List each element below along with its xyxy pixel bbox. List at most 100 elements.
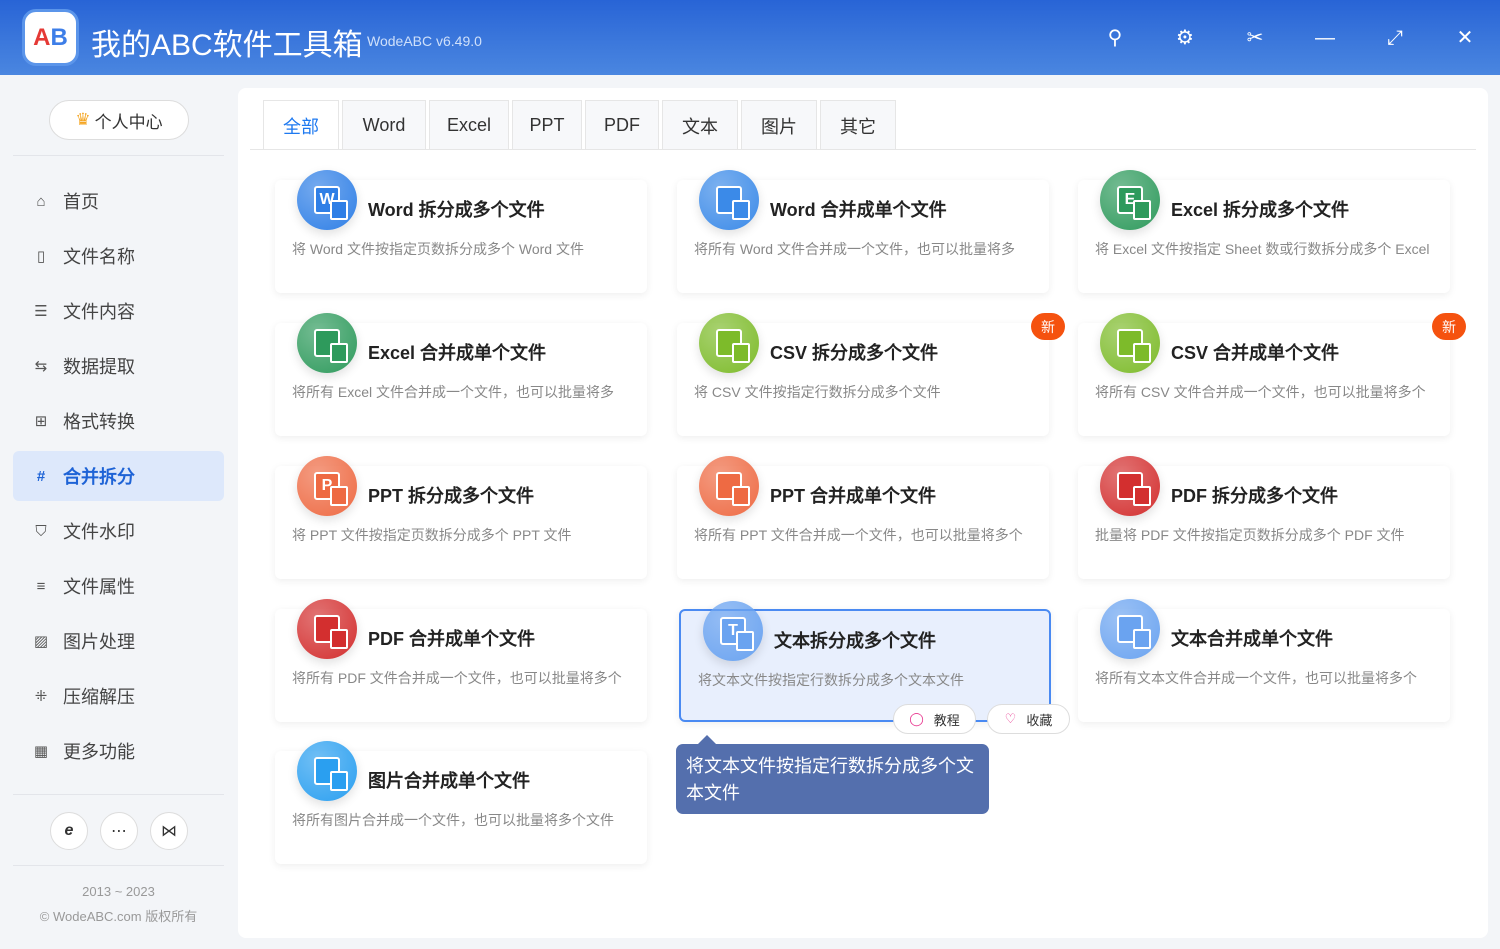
sidebar-item[interactable]: ⛉ 文件水印 [13, 506, 224, 556]
tab[interactable]: 图片 [741, 100, 817, 150]
tool-card[interactable]: 文本合并成单个文件 将所有文本文件合并成一个文件，也可以批量将多个 [1078, 599, 1450, 722]
divider [13, 865, 224, 866]
share-icon[interactable]: ⋈ [150, 812, 188, 850]
tool-icon [699, 456, 759, 516]
tool-icon: T [703, 601, 763, 661]
tool-card[interactable]: Excel 合并成单个文件 将所有 Excel 文件合并成一个文件，也可以批量将… [275, 313, 647, 436]
app-title: 我的ABC软件工具箱 [91, 29, 363, 62]
hash-icon: # [36, 467, 46, 485]
tool-title: PDF 合并成单个文件 [368, 629, 536, 649]
minimize-icon[interactable]: — [1313, 26, 1337, 50]
new-badge: 新 [1031, 313, 1065, 340]
tool-card[interactable]: Word 合并成单个文件 将所有 Word 文件合并成一个文件，也可以批量将多 [677, 170, 1049, 293]
tool-title: PDF 拆分成多个文件 [1171, 486, 1339, 506]
tool-icon [297, 741, 357, 801]
tool-card[interactable]: PDF 拆分成多个文件 批量将 PDF 文件按指定页数拆分成多个 PDF 文件 [1078, 456, 1450, 579]
browser-icon[interactable]: e [50, 812, 88, 850]
scissors-icon[interactable]: ✂ [1243, 26, 1267, 50]
tool-card[interactable]: P PPT 拆分成多个文件 将 PPT 文件按指定页数拆分成多个 PPT 文件 [275, 456, 647, 579]
tab[interactable]: 全部 [263, 100, 339, 150]
title-bar: AB 我的ABC软件工具箱 WodeABC v6.49.0 ⚲ ⚙ ✂ — ⤢ … [0, 0, 1500, 75]
tool-card[interactable]: PPT 合并成单个文件 将所有 PPT 文件合并成一个文件，也可以批量将多个 [677, 456, 1049, 579]
tool-card[interactable]: W Word 拆分成多个文件 将 Word 文件按指定页数拆分成多个 Word … [275, 170, 647, 293]
sidebar-item-label: 更多功能 [63, 742, 135, 762]
tool-title: 文本拆分成多个文件 [774, 631, 936, 651]
sidebar-item[interactable]: ≡ 文件属性 [13, 561, 224, 611]
tool-description: 将 Word 文件按指定页数拆分成多个 Word 文件 [292, 241, 584, 257]
tab[interactable]: Word [342, 100, 426, 150]
sidebar-item[interactable]: ⊞ 格式转换 [13, 396, 224, 446]
tool-title: CSV 拆分成多个文件 [770, 343, 939, 363]
sidebar-item[interactable]: ▯ 文件名称 [13, 231, 224, 281]
close-icon[interactable]: ✕ [1453, 26, 1477, 50]
sidebar-item[interactable]: ▨ 图片处理 [13, 616, 224, 666]
sidebar-item[interactable]: # 合并拆分 [13, 451, 224, 501]
extract-icon: ⇆ [34, 358, 48, 375]
content-icon: ☰ [34, 303, 48, 320]
profile-label: 个人中心 [94, 112, 163, 132]
sidebar-item-label: 首页 [63, 192, 99, 212]
tool-title: Word 合并成单个文件 [770, 200, 947, 220]
sidebar-item-label: 文件内容 [63, 302, 135, 322]
home-icon: ⌂ [36, 192, 46, 210]
search-icon[interactable]: ⚲ [1103, 26, 1127, 50]
convert-icon: ⊞ [34, 413, 48, 430]
sidebar-item-label: 文件属性 [63, 577, 135, 597]
lightbulb-icon: ◯ [909, 711, 924, 726]
tool-title: Excel 合并成单个文件 [368, 343, 547, 363]
tool-title: Excel 拆分成多个文件 [1171, 200, 1350, 220]
tab-divider [250, 149, 1476, 150]
tool-description: 将所有图片合并成一个文件，也可以批量将多个文件 [292, 812, 614, 828]
tool-icon [699, 170, 759, 230]
tool-card[interactable]: CSV 合并成单个文件 将所有 CSV 文件合并成一个文件，也可以批量将多个 新 [1078, 313, 1466, 436]
tool-icon: E [1100, 170, 1160, 230]
tool-description: 将 PPT 文件按指定页数拆分成多个 PPT 文件 [292, 527, 572, 543]
tool-card[interactable]: 图片合并成单个文件 将所有图片合并成一个文件，也可以批量将多个文件 [275, 741, 647, 864]
sidebar-item-label: 合并拆分 [63, 467, 135, 487]
sidebar-item-label: 数据提取 [63, 357, 135, 377]
sidebar-item-label: 文件名称 [63, 247, 135, 267]
sidebar-item[interactable]: ⇆ 数据提取 [13, 341, 224, 391]
sidebar-item[interactable]: ⌂ 首页 [13, 176, 224, 226]
tab[interactable]: 其它 [820, 100, 896, 150]
new-badge: 新 [1432, 313, 1466, 340]
copyright: © WodeABC.com 版权所有 [39, 909, 198, 924]
tool-icon: W [297, 170, 357, 230]
tutorial-button[interactable]: ◯ 教程 [893, 704, 976, 734]
tool-description: 将 Excel 文件按指定 Sheet 数或行数拆分成多个 Excel [1095, 241, 1430, 257]
tool-card[interactable]: CSV 拆分成多个文件 将 CSV 文件按指定行数拆分成多个文件 新 [677, 313, 1065, 436]
sidebar-item-label: 图片处理 [63, 632, 135, 652]
sidebar-item[interactable]: ⁜ 压缩解压 [13, 671, 224, 721]
tool-title: CSV 合并成单个文件 [1171, 343, 1340, 363]
heart-icon: ♡ [1004, 711, 1017, 726]
favorite-button[interactable]: ♡ 收藏 [987, 704, 1070, 734]
tool-card[interactable]: E Excel 拆分成多个文件 将 Excel 文件按指定 Sheet 数或行数… [1078, 170, 1450, 293]
tab[interactable]: PPT [512, 100, 582, 150]
tool-icon: P [297, 456, 357, 516]
tool-description: 将所有 Excel 文件合并成一个文件，也可以批量将多 [292, 384, 615, 400]
copyright-years: 2013 ~ 2023 [82, 884, 155, 899]
tab[interactable]: PDF [585, 100, 659, 150]
shield-icon: ⛉ [35, 522, 47, 540]
tool-title: 图片合并成单个文件 [368, 771, 530, 791]
tool-description: 将文本文件按指定行数拆分成多个文本文件 [698, 672, 964, 688]
gear-icon[interactable]: ⚙ [1173, 26, 1197, 50]
tool-icon [1100, 599, 1160, 659]
chat-icon[interactable]: ⋯ [100, 812, 138, 850]
tab[interactable]: Excel [429, 100, 509, 150]
app-logo: AB [22, 9, 79, 66]
tool-description: 将所有文本文件合并成一个文件，也可以批量将多个 [1095, 670, 1417, 686]
crown-icon: ♛ [75, 110, 91, 129]
maximize-icon[interactable]: ⤢ [1383, 26, 1407, 50]
tool-card[interactable]: PDF 合并成单个文件 将所有 PDF 文件合并成一个文件，也可以批量将多个 [275, 599, 647, 722]
profile-button[interactable]: ♛ 个人中心 [49, 100, 189, 140]
tool-description: 将 CSV 文件按指定行数拆分成多个文件 [694, 384, 941, 400]
sidebar: ♛ 个人中心 ⌂ 首页 ▯ 文件名称 ☰ 文件内容 ⇆ 数据提取 ⊞ 格式转换 # 合并拆分 ⛉ 文件水印 ≡… [0, 75, 237, 949]
tooltip: 将文本文件按指定行数拆分成多个文本文件 [676, 735, 989, 814]
sidebar-item-label: 文件水印 [63, 522, 135, 542]
tab[interactable]: 文本 [662, 100, 738, 150]
sidebar-item[interactable]: ☰ 文件内容 [13, 286, 224, 336]
sidebar-item-label: 格式转换 [63, 412, 135, 432]
sidebar-item[interactable]: ▦ 更多功能 [13, 726, 224, 776]
tool-icon [1100, 456, 1160, 516]
